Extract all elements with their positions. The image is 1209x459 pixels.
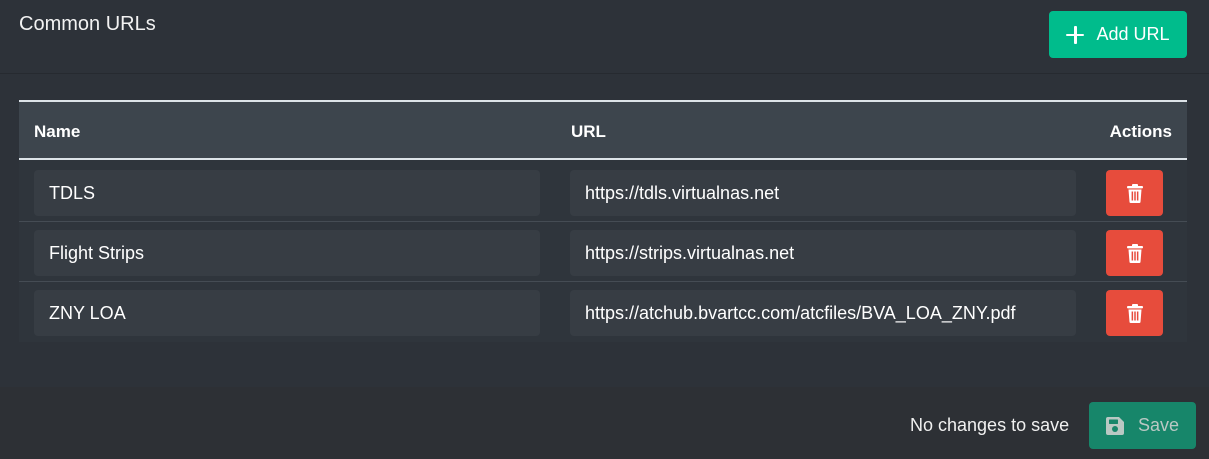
delete-button[interactable]	[1106, 230, 1163, 276]
delete-button[interactable]	[1106, 290, 1163, 336]
card-header: Common URLs Add URL	[0, 0, 1209, 74]
column-header-actions: Actions	[1109, 122, 1172, 141]
save-button[interactable]: Save	[1089, 402, 1196, 449]
name-input[interactable]	[34, 230, 540, 276]
trash-icon	[1126, 303, 1143, 323]
delete-button[interactable]	[1106, 170, 1163, 216]
card-title: Common URLs	[19, 13, 156, 35]
plus-icon	[1066, 25, 1085, 44]
url-input[interactable]	[570, 290, 1076, 336]
name-input[interactable]	[34, 290, 540, 336]
save-status-text: No changes to save	[910, 415, 1070, 435]
save-button-label: Save	[1137, 415, 1180, 435]
column-header-name: Name	[34, 122, 81, 141]
table-header: Name URL Actions	[19, 102, 1187, 160]
floppy-disk-icon	[1105, 416, 1124, 435]
url-input[interactable]	[570, 230, 1076, 276]
table-row	[19, 222, 1187, 282]
name-input[interactable]	[34, 170, 540, 216]
urls-table: Name URL Actions	[19, 100, 1187, 342]
column-header-url: URL	[571, 122, 606, 141]
table-row	[19, 162, 1187, 222]
trash-icon	[1126, 243, 1143, 263]
common-urls-card: Common URLs Add URL Name URL Actions	[0, 0, 1209, 387]
add-url-button[interactable]: Add URL	[1049, 11, 1187, 58]
add-url-button-label: Add URL	[1096, 24, 1170, 44]
trash-icon	[1126, 183, 1143, 203]
table-row	[19, 282, 1187, 342]
url-input[interactable]	[570, 170, 1076, 216]
